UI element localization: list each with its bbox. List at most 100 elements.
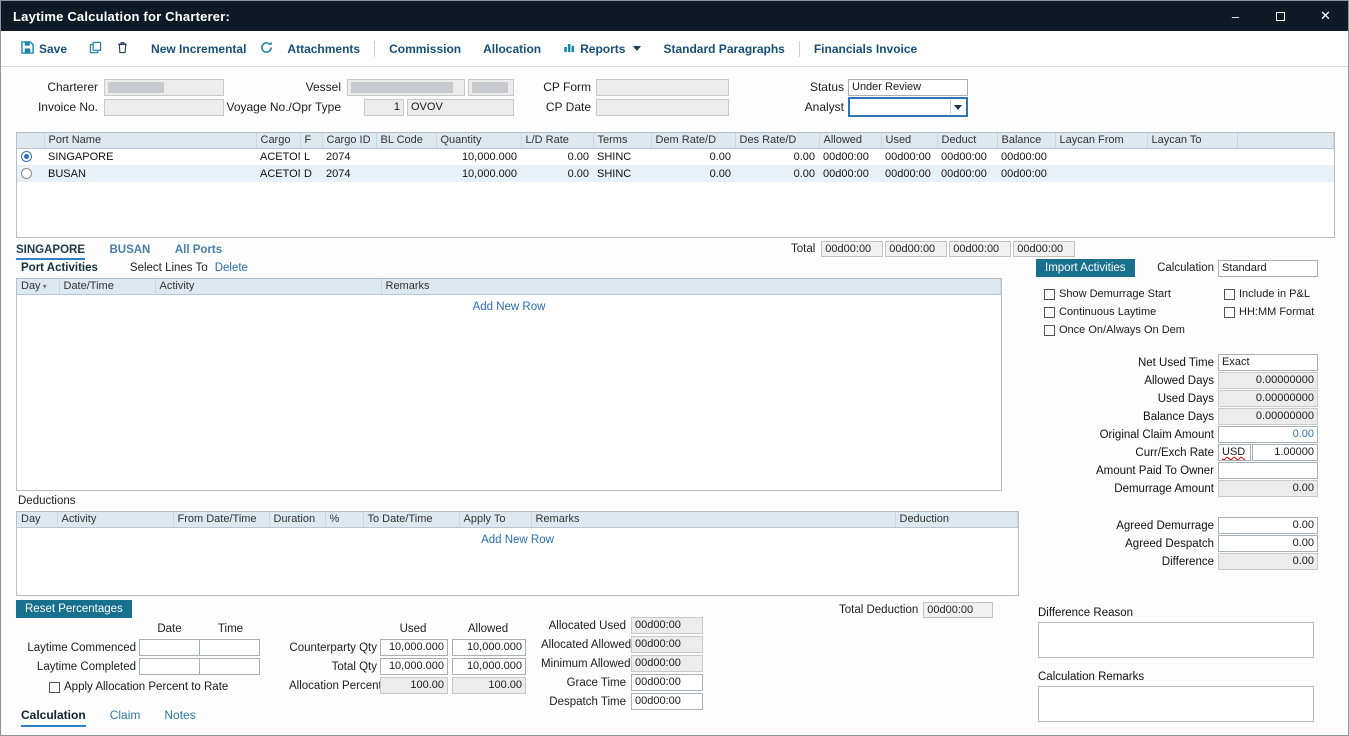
- counterparty-qty-allowed-field[interactable]: 10,000.000: [452, 639, 526, 656]
- row-radio-selected[interactable]: [21, 151, 32, 162]
- cell-cargo-id: 2074: [322, 165, 376, 182]
- financials-invoice-button[interactable]: Financials Invoice: [814, 42, 917, 56]
- reset-percentages-button[interactable]: Reset Percentages: [16, 600, 132, 618]
- checkbox-icon: [1044, 289, 1055, 300]
- checkbox-apply-allocation-percent[interactable]: Apply Allocation Percent to Rate: [49, 681, 261, 693]
- standard-paragraphs-button[interactable]: Standard Paragraphs: [663, 42, 784, 56]
- cell-quantity: 10,000.000: [436, 148, 521, 165]
- original-claim-amount-field[interactable]: 0.00: [1218, 426, 1318, 443]
- port-tab-busan[interactable]: BUSAN: [109, 244, 150, 258]
- col-day: Day: [17, 512, 57, 527]
- invoice-no-label: Invoice No.: [1, 99, 98, 116]
- delete-lines-link[interactable]: Delete: [215, 262, 248, 274]
- analyst-dropdown[interactable]: [848, 97, 968, 117]
- checkbox-label: Include in P&L: [1239, 288, 1310, 300]
- total-qty-allowed-field[interactable]: 10,000.000: [452, 658, 526, 675]
- redacted-text: [108, 82, 164, 93]
- col-remarks: Remarks: [531, 512, 895, 527]
- cargo-row[interactable]: SINGAPORE ACETONE L 2074 10,000.000 0.00…: [17, 148, 1334, 165]
- allowed-days-value: 0.00000000: [1218, 372, 1318, 389]
- add-activity-row-link[interactable]: Add New Row: [473, 301, 546, 313]
- cargo-row[interactable]: BUSAN ACETONE D 2074 10,000.000 0.00 SHI…: [17, 165, 1334, 182]
- grace-time-label: Grace Time: [541, 677, 626, 689]
- cell-deduct: 00d00:00: [937, 148, 997, 165]
- total-allowed: 00d00:00: [821, 241, 883, 257]
- allocation-button[interactable]: Allocation: [483, 42, 541, 56]
- counterparty-qty-used-field[interactable]: 10,000.000: [380, 639, 448, 656]
- calculation-remarks-label: Calculation Remarks: [1038, 671, 1318, 683]
- new-incremental-button[interactable]: New Incremental: [151, 42, 246, 56]
- balance-days-value: 0.00000000: [1218, 408, 1318, 425]
- laytime-commenced-time-field[interactable]: [199, 639, 260, 656]
- save-button[interactable]: Save: [21, 41, 67, 57]
- copy-button[interactable]: [89, 41, 102, 57]
- cell-deduct: 00d00:00: [937, 165, 997, 182]
- tab-claim[interactable]: Claim: [110, 708, 141, 727]
- row-radio[interactable]: [21, 168, 32, 179]
- allowed-days-label: Allowed Days: [1144, 375, 1214, 387]
- checkbox-include-in-pl[interactable]: Include in P&L: [1224, 288, 1310, 300]
- maximize-button[interactable]: [1258, 1, 1303, 31]
- col-deduct: Deduct: [937, 133, 997, 148]
- despatch-time-field[interactable]: 00d00:00: [631, 693, 703, 710]
- total-balance: 00d00:00: [1013, 241, 1075, 257]
- commission-button[interactable]: Commission: [389, 42, 461, 56]
- tab-notes[interactable]: Notes: [164, 708, 195, 727]
- footer-tabs: Calculation Claim Notes: [21, 708, 196, 727]
- tab-calculation[interactable]: Calculation: [21, 708, 86, 727]
- grace-time-field[interactable]: 00d00:00: [631, 674, 703, 691]
- port-tab-singapore[interactable]: SINGAPORE: [16, 244, 85, 260]
- used-days-label: Used Days: [1158, 393, 1214, 405]
- allocation-percent-used-value: 100.00: [380, 677, 448, 694]
- analyst-label: Analyst: [744, 99, 844, 116]
- cell-used: 00d00:00: [881, 148, 937, 165]
- total-deduction-group: Total Deduction 00d00:00: [839, 602, 993, 618]
- status-field[interactable]: Under Review: [848, 79, 968, 96]
- chevron-down-icon: [633, 46, 641, 51]
- calculation-options: Show Demurrage Start Include in P&L Cont…: [1044, 285, 1318, 339]
- laytime-completed-date-field[interactable]: [139, 658, 200, 675]
- add-deduction-row-link[interactable]: Add New Row: [481, 534, 554, 546]
- calculation-method-field[interactable]: Standard: [1218, 260, 1318, 277]
- col-laycan-from: Laycan From: [1055, 133, 1147, 148]
- col-percent: %: [325, 512, 363, 527]
- cell-port-name: BUSAN: [44, 165, 256, 182]
- toolbar-separator: [374, 41, 375, 57]
- allocation-label: Allocation: [483, 42, 541, 56]
- reports-menu-button[interactable]: Reports: [563, 41, 641, 56]
- port-tab-all-ports[interactable]: All Ports: [175, 244, 222, 258]
- col-used: Used: [881, 133, 937, 148]
- refresh-button[interactable]: [260, 41, 273, 57]
- header-form: Charterer Invoice No. Vessel Voyage No./…: [1, 68, 1348, 130]
- exchange-rate-field[interactable]: 1.00000: [1252, 444, 1318, 461]
- trash-icon: [116, 41, 129, 57]
- delete-button[interactable]: [116, 41, 129, 57]
- amount-paid-to-owner-field[interactable]: [1218, 462, 1318, 479]
- date-header: Date: [139, 623, 200, 637]
- checkbox-continuous-laytime[interactable]: Continuous Laytime: [1044, 306, 1224, 318]
- laytime-calculation-window: Laytime Calculation for Charterer: – ✕ S…: [0, 0, 1349, 736]
- col-filler: [1237, 133, 1334, 148]
- cell-terms: SHINC: [593, 148, 651, 165]
- deductions-table: Day Activity From Date/Time Duration % T…: [16, 511, 1019, 596]
- agreed-despatch-field[interactable]: 0.00: [1218, 535, 1318, 552]
- calculation-panel: Import Activities Calculation Standard S…: [1036, 259, 1318, 722]
- col-des-rate: Des Rate/D: [735, 133, 819, 148]
- difference-reason-textarea[interactable]: [1038, 622, 1314, 658]
- attachments-button[interactable]: Attachments: [287, 42, 360, 56]
- laytime-completed-time-field[interactable]: [199, 658, 260, 675]
- checkbox-once-on-always-on-dem[interactable]: Once On/Always On Dem: [1044, 324, 1224, 336]
- col-f: F: [300, 133, 322, 148]
- net-used-time-field[interactable]: Exact: [1218, 354, 1318, 371]
- minimize-button[interactable]: –: [1213, 1, 1258, 31]
- import-activities-button[interactable]: Import Activities: [1036, 259, 1135, 277]
- calculation-remarks-textarea[interactable]: [1038, 686, 1314, 722]
- agreed-despatch-label: Agreed Despatch: [1125, 538, 1214, 550]
- checkbox-show-demurrage-start[interactable]: Show Demurrage Start: [1044, 288, 1224, 300]
- laytime-commenced-date-field[interactable]: [139, 639, 200, 656]
- checkbox-hhmm-format[interactable]: HH:MM Format: [1224, 306, 1314, 318]
- currency-field[interactable]: USD: [1218, 444, 1251, 461]
- close-button[interactable]: ✕: [1303, 1, 1348, 31]
- agreed-demurrage-field[interactable]: 0.00: [1218, 517, 1318, 534]
- total-qty-used-field[interactable]: 10,000.000: [380, 658, 448, 675]
